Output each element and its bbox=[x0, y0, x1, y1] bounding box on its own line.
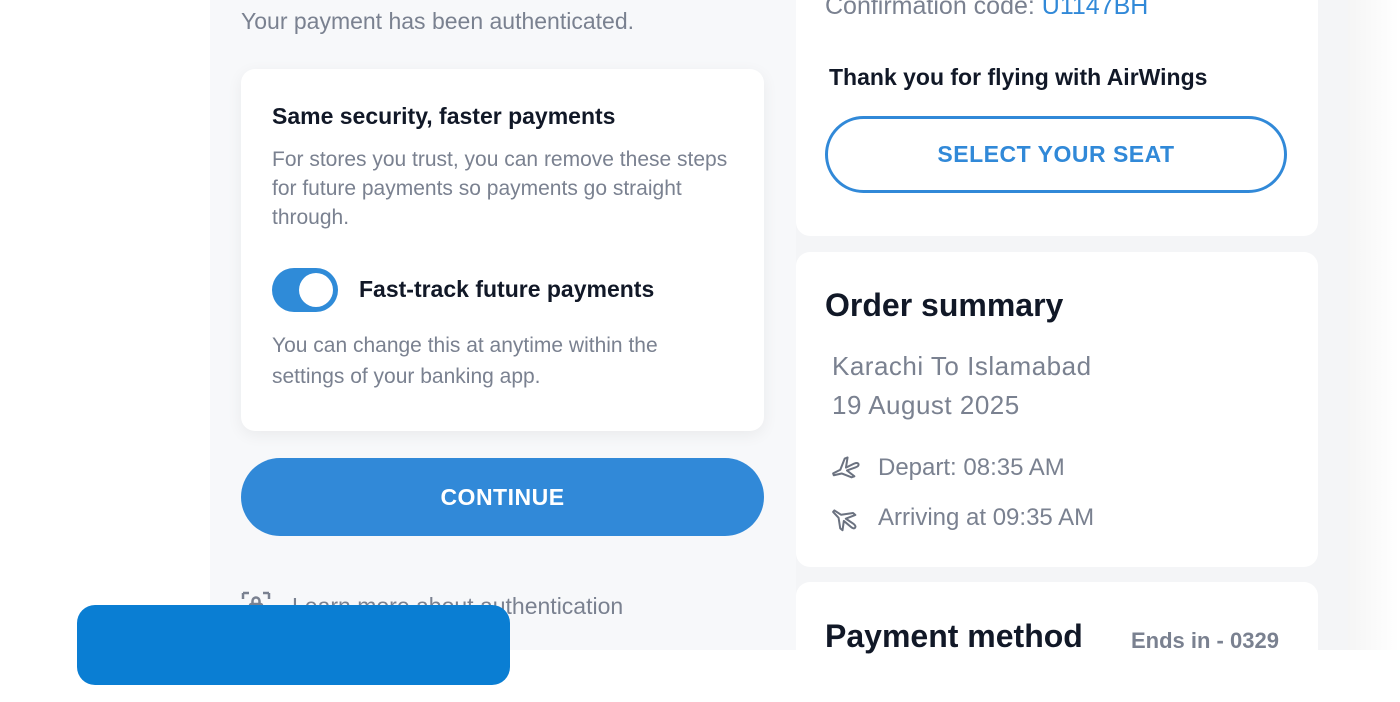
arrive-row: Arriving at 09:35 AM bbox=[828, 501, 1094, 535]
info-card-description: For stores you trust, you can remove the… bbox=[272, 148, 728, 229]
overlay-card bbox=[77, 605, 510, 685]
plane-takeoff-icon bbox=[832, 456, 860, 479]
continue-button[interactable]: CONTINUE bbox=[241, 458, 764, 536]
confirmation-code: U1147BH bbox=[1041, 0, 1149, 20]
flight-date: 19 August 2025 bbox=[832, 390, 1020, 420]
fast-track-toggle-label: Fast-track future payments bbox=[359, 276, 655, 302]
fast-track-toggle[interactable] bbox=[272, 268, 338, 312]
select-seat-button[interactable]: SELECT YOUR SEAT bbox=[825, 116, 1287, 193]
arrive-time: Arriving at 09:35 AM bbox=[878, 504, 1095, 531]
payment-method-title: Payment method bbox=[825, 618, 1083, 654]
depart-row: Depart: 08:35 AM bbox=[828, 451, 1065, 485]
card-ends-in: Ends in - 0329 bbox=[1131, 628, 1279, 653]
thank-you-message: Thank you for flying with AirWings bbox=[829, 64, 1208, 90]
flight-route: Karachi To Islamabad bbox=[832, 351, 1092, 381]
toggle-knob bbox=[299, 273, 333, 307]
fast-track-info-card: Same security, faster payments For store… bbox=[241, 69, 764, 431]
confirmation-line: Confirmation code: U1147BH bbox=[825, 0, 1148, 21]
plane-landing-icon bbox=[832, 509, 857, 532]
order-summary-title: Order summary bbox=[825, 287, 1064, 323]
toggle-hint: You can change this at anytime within th… bbox=[272, 334, 658, 388]
info-card-title: Same security, faster payments bbox=[272, 103, 616, 129]
auth-success-message: Your payment has been authenticated. bbox=[241, 8, 634, 34]
confirmation-label: Confirmation code: bbox=[825, 0, 1035, 20]
edge-shadow bbox=[1348, 0, 1400, 650]
depart-time: Depart: 08:35 AM bbox=[878, 454, 1065, 481]
